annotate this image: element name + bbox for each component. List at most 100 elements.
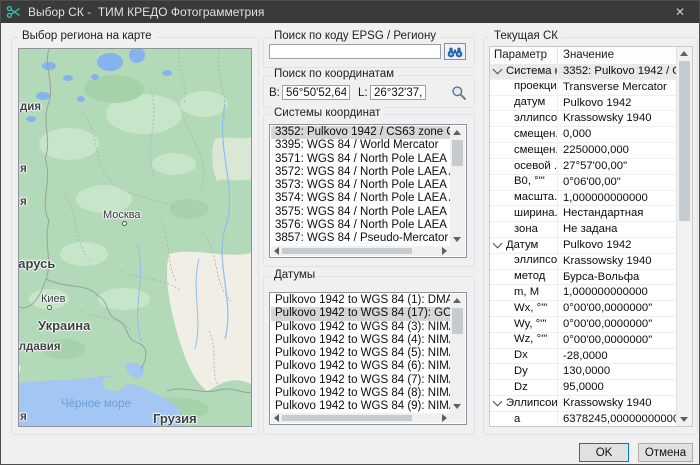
param-row[interactable]: ЭллипсоидKrassowsky 1940 — [490, 396, 677, 412]
param-row[interactable]: m, M1,000000000000 — [490, 285, 677, 301]
cs-list-item[interactable]: 3573: WGS 84 / North Pole LAEA Canada — [271, 179, 450, 192]
param-name: Wy, °'" — [514, 317, 546, 332]
datum-list-item[interactable]: Pulkovo 1942 to WGS 84 (9): NIMA-Rom — [271, 400, 450, 413]
epsg-search-button[interactable] — [444, 43, 466, 60]
param-cell: датум — [490, 96, 558, 111]
expander-chevron-down-icon[interactable] — [493, 65, 503, 75]
cs-list-item[interactable]: 3571: WGS 84 / North Pole LAEA Bering Se… — [271, 153, 450, 166]
cs-hscroll-thumb[interactable] — [282, 248, 412, 254]
cs-list-item[interactable]: 3857: WGS 84 / Pseudo-Mercator — [271, 232, 450, 245]
datum-list-item[interactable]: Pulkovo 1942 to WGS 84 (8): NIMA-Alb — [271, 387, 450, 400]
app-icon — [6, 4, 22, 20]
expander-chevron-down-icon[interactable] — [493, 239, 503, 249]
b-coordinate-input[interactable] — [282, 85, 350, 100]
datum-list-item[interactable]: Pulkovo 1942 to WGS 84 (5): NIMA-Cze — [271, 347, 450, 360]
scroll-up-icon — [453, 298, 461, 303]
param-name: смещен... — [514, 127, 558, 142]
param-row[interactable]: масшта...1,000000000000 — [490, 191, 677, 207]
param-row[interactable]: Wy, °'" 0°00'00,0000000" — [490, 317, 677, 333]
param-row[interactable]: ДатумPulkovo 1942 — [490, 238, 677, 254]
cs-list-item[interactable]: 3395: WGS 84 / World Mercator — [271, 139, 450, 152]
cancel-button[interactable]: Отмена — [638, 443, 693, 462]
ok-button[interactable]: OK — [579, 443, 629, 462]
table-header: Параметр Значение — [490, 47, 692, 65]
param-row[interactable]: эллипсо...Krassowsky 1940 — [490, 254, 677, 270]
value-column-header[interactable]: Значение — [558, 47, 692, 64]
datum-list-item[interactable]: Pulkovo 1942 to WGS 84 (4): NIMA-Pol — [271, 334, 450, 347]
param-row[interactable]: проекцияTransverse Mercator — [490, 80, 677, 96]
param-value: Pulkovo 1942 — [558, 96, 677, 111]
param-value: 0°00'00,0000000" — [558, 317, 677, 332]
param-row[interactable]: Dy130,0000 — [490, 364, 677, 380]
table-vscroll-thumb[interactable] — [679, 61, 690, 221]
param-row[interactable]: Dz95,0000 — [490, 380, 677, 396]
param-cell: зона — [490, 222, 558, 237]
datum-list-item[interactable]: Pulkovo 1942 to WGS 84 (1): DMA-Rus — [271, 294, 450, 307]
param-row[interactable]: a6378245,000000000000 — [490, 412, 677, 426]
param-row[interactable]: Wz, °'"0°00'00,0000000" — [490, 333, 677, 349]
kiev-marker-icon — [47, 305, 52, 310]
datum-list-item[interactable]: Pulkovo 1942 to WGS 84 (7): NIMA-Kaz — [271, 374, 450, 387]
region-map[interactable]: ндияияияларусьМоскваКиевУкраинаолдавияяЧ… — [18, 48, 252, 427]
epsg-search-input[interactable] — [269, 44, 441, 59]
cs-list-item[interactable]: 3572: WGS 84 / North Pole LAEA Alaska — [271, 166, 450, 179]
datum-list-item[interactable]: Pulkovo 1942 to WGS 84 (17): GOST-Rus — [271, 307, 450, 320]
cs-list-vscrollbar[interactable] — [450, 126, 465, 246]
coord-search-button[interactable] — [450, 84, 467, 101]
coord-search-label: Поиск по координатам — [270, 68, 398, 80]
param-column-header[interactable]: Параметр — [490, 47, 558, 64]
param-name: m, M — [514, 285, 539, 300]
close-button[interactable]: ✕ — [661, 1, 699, 23]
map-label-georgia: Грузия — [153, 411, 197, 426]
param-row[interactable]: зонаНе задана — [490, 222, 677, 238]
window-title: Выбор СК - ТИМ КРЕДО Фотограмметрия — [28, 5, 264, 19]
param-value: Krassowsky 1940 — [558, 396, 677, 411]
map-label-finland-partial: ндия — [18, 101, 41, 113]
param-row[interactable]: датумPulkovo 1942 — [490, 96, 677, 112]
cs-list-item[interactable]: 3575: WGS 84 / North Pole LAEA Europe — [271, 206, 450, 219]
param-value: 1,000000000000 — [558, 191, 677, 206]
param-row[interactable]: эллипсо...Krassowsky 1940 — [490, 111, 677, 127]
datum-list-item[interactable]: Pulkovo 1942 to WGS 84 (3): NIMA-Hun — [271, 321, 450, 334]
datum-list-hscrollbar[interactable] — [271, 413, 450, 423]
param-row[interactable]: Система ко...3352: Pulkovo 1942 / CS63 .… — [490, 64, 677, 80]
dialog-window: Выбор СК - ТИМ КРЕДО Фотограмметрия ✕ Вы… — [0, 0, 700, 465]
cs-list-item[interactable]: 3574: WGS 84 / North Pole LAEA Atlantic — [271, 192, 450, 205]
table-vscrollbar[interactable] — [676, 47, 692, 426]
cs-list-hscrollbar[interactable] — [271, 246, 450, 256]
param-name: проекция — [514, 80, 558, 95]
param-value: 95,0000 — [558, 380, 677, 395]
datum-list-item[interactable]: Pulkovo 1942 to WGS 84 (6): NIMA-Lva — [271, 360, 450, 373]
map-label-moscow: Москва — [103, 209, 141, 221]
param-name: a — [514, 412, 520, 426]
map-label-black-sea: Чёрное море — [61, 398, 131, 410]
param-row[interactable]: B0, °'"0°06'00,00" — [490, 175, 677, 191]
cs-vscroll-thumb[interactable] — [452, 140, 463, 166]
param-value: Krassowsky 1940 — [558, 111, 677, 126]
param-row[interactable]: осевой ...27°57'00,00" — [490, 159, 677, 175]
param-name: зона — [514, 222, 538, 237]
datum-list-items: Pulkovo 1942 to WGS 84 (1): DMA-RusPulko… — [271, 294, 450, 413]
param-row[interactable]: ширина...Нестандартная — [490, 206, 677, 222]
expander-chevron-down-icon[interactable] — [493, 397, 503, 407]
scroll-left-icon — [274, 414, 279, 422]
cs-list-item[interactable]: 3576: WGS 84 / North Pole LAEA Russia — [271, 219, 450, 232]
datum-list-vscrollbar[interactable] — [450, 294, 465, 413]
param-name: метод — [514, 270, 545, 285]
param-cell: ширина... — [490, 206, 558, 221]
param-cell: Dz — [490, 380, 558, 395]
param-row[interactable]: смещен...0,000 — [490, 127, 677, 143]
l-coordinate-input[interactable] — [370, 85, 426, 100]
param-cell: Система ко... — [490, 64, 558, 79]
param-cell: эллипсо... — [490, 111, 558, 126]
cs-list-item[interactable]: 3352: Pulkovo 1942 / CS63 zone C2 — [271, 126, 450, 139]
datum-hscroll-thumb[interactable] — [282, 415, 412, 421]
param-row[interactable]: Wx, °'"0°00'00,0000000" — [490, 301, 677, 317]
param-value: 0°00'00,0000000" — [558, 301, 677, 316]
scroll-down-icon — [453, 237, 461, 242]
param-row[interactable]: смещен...2250000,000 — [490, 143, 677, 159]
param-row[interactable]: методБурса-Вольфа — [490, 270, 677, 286]
datum-vscroll-thumb[interactable] — [452, 308, 463, 334]
param-name: Dx — [514, 349, 528, 364]
param-row[interactable]: Dx-28,0000 — [490, 349, 677, 365]
